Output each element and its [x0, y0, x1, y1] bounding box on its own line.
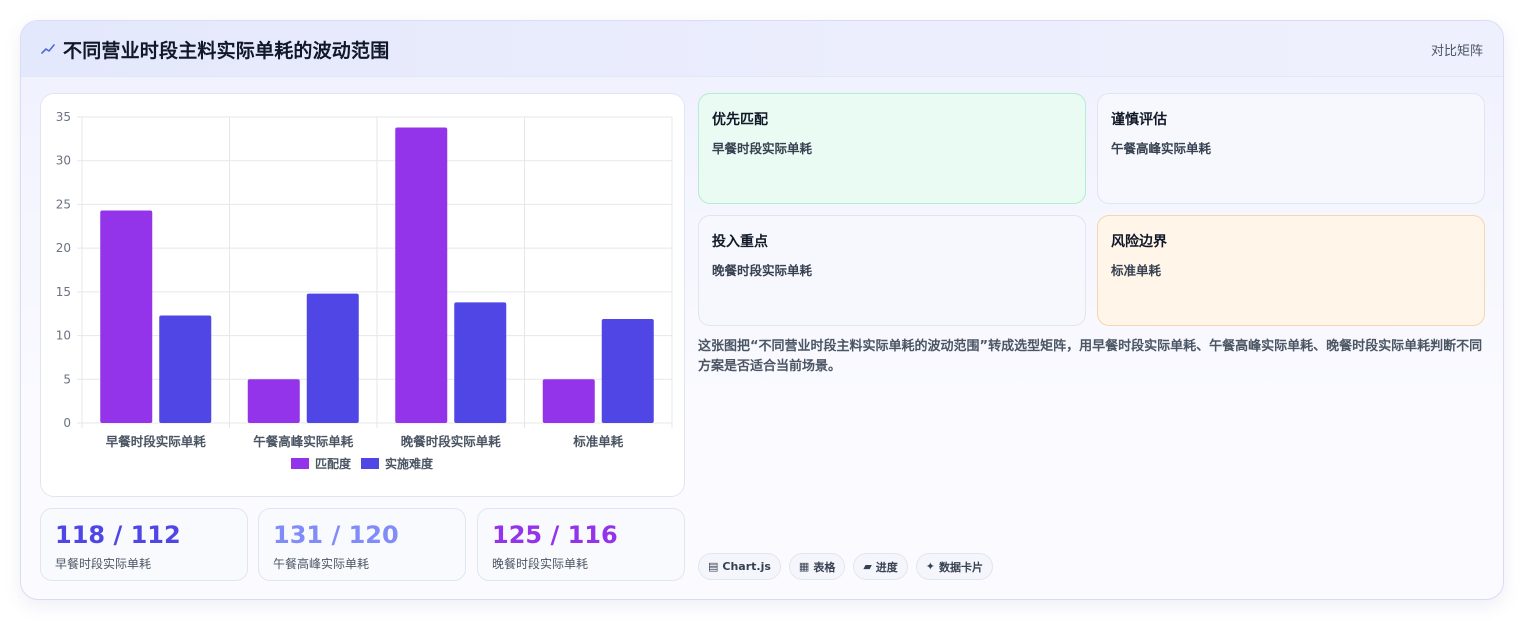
- matrix-cell-careful-eval: 谨慎评估 午餐高峰实际单耗: [1097, 93, 1485, 204]
- y-tick-label: 15: [56, 285, 71, 299]
- stat-card-dinner: 125 / 116 晚餐时段实际单耗: [477, 508, 685, 581]
- tag-data-card[interactable]: ✦ 数据卡片: [915, 553, 994, 580]
- table-icon: ▦: [798, 560, 810, 573]
- stat-label: 早餐时段实际单耗: [55, 557, 152, 571]
- cell-title: 投入重点: [712, 234, 768, 250]
- tag-label: 进度: [875, 560, 898, 574]
- bar-difficulty: [306, 293, 359, 423]
- y-tick-label: 10: [56, 329, 71, 343]
- x-tick-label: 晚餐时段实际单耗: [401, 434, 502, 449]
- tag-label: Chart.js: [722, 560, 771, 573]
- bar-match: [542, 379, 595, 423]
- cell-title: 风险边界: [1111, 234, 1167, 250]
- compare-matrix-link[interactable]: 对比矩阵: [1431, 40, 1483, 59]
- bar-match: [395, 127, 448, 423]
- legend-label: 匹配度: [315, 456, 352, 471]
- tag-chartjs[interactable]: ▤ Chart.js: [698, 553, 781, 580]
- page-title: 不同营业时段主料实际单耗的波动范围: [63, 40, 390, 62]
- x-tick-label: 早餐时段实际单耗: [106, 434, 207, 449]
- progress-icon: ▰: [863, 560, 872, 573]
- tag-list: ▤ Chart.js ▦ 表格 ▰ 进度 ✦ 数据卡片: [698, 553, 994, 580]
- x-tick-label: 标准单耗: [572, 434, 624, 449]
- matrix-cell-priority-match: 优先匹配 早餐时段实际单耗: [698, 93, 1086, 204]
- x-tick-label: 午餐高峰实际单耗: [253, 434, 354, 449]
- matrix-cell-risk-boundary: 风险边界 标准单耗: [1097, 215, 1485, 326]
- y-tick-label: 30: [56, 154, 71, 168]
- y-tick-label: 0: [63, 416, 71, 430]
- stat-label: 午餐高峰实际单耗: [273, 557, 370, 571]
- stat-value: 118 / 112: [55, 521, 181, 549]
- stat-value: 131 / 120: [273, 521, 399, 549]
- y-tick-label: 25: [56, 197, 71, 211]
- cell-title: 优先匹配: [712, 112, 768, 128]
- matrix-cell-investment-focus: 投入重点 晚餐时段实际单耗: [698, 215, 1086, 326]
- legend-swatch: [361, 458, 379, 469]
- bar-difficulty: [601, 318, 654, 423]
- tag-label: 数据卡片: [939, 560, 984, 574]
- tag-table[interactable]: ▦ 表格: [788, 553, 846, 580]
- bar-chart-panel: 0 5 10 15 20 25 30 35 早餐时段实际单耗 午餐高峰实际单耗 晚餐时段实际单耗 标准…: [40, 93, 685, 497]
- cell-value: 晚餐时段实际单耗: [712, 263, 813, 278]
- tag-progress[interactable]: ▰ 进度: [853, 553, 908, 580]
- matrix-description: 这张图把“不同营业时段主料实际单耗的波动范围”转成选型矩阵，用早餐时段实际单耗、…: [698, 339, 1483, 374]
- bar-match: [100, 210, 153, 423]
- stat-label: 晚餐时段实际单耗: [492, 557, 589, 571]
- trend-icon: [41, 44, 55, 54]
- stat-value: 125 / 116: [492, 521, 618, 549]
- stat-card-breakfast: 118 / 112 早餐时段实际单耗: [40, 508, 248, 581]
- cell-value: 标准单耗: [1111, 263, 1162, 278]
- legend-swatch: [291, 458, 309, 469]
- bar-difficulty: [159, 315, 212, 423]
- y-tick-label: 5: [63, 372, 71, 386]
- legend-label: 实施难度: [385, 456, 434, 471]
- bar-match: [247, 379, 300, 423]
- sparkle-icon: ✦: [925, 560, 936, 573]
- y-tick-label: 35: [56, 110, 71, 124]
- bar-difficulty: [454, 302, 507, 423]
- card-header: 不同营业时段主料实际单耗的波动范围 对比矩阵: [21, 21, 1503, 77]
- bar-chart: 0 5 10 15 20 25 30 35 早餐时段实际单耗 午餐高峰实际单耗 晚餐时段实际单耗 标准…: [56, 110, 673, 471]
- y-tick-label: 20: [56, 241, 71, 255]
- stat-card-lunch: 131 / 120 午餐高峰实际单耗: [258, 508, 466, 581]
- matrix-card: 不同营业时段主料实际单耗的波动范围 对比矩阵 0 5 10 15 20 25 30 35 早餐时…: [20, 20, 1504, 600]
- cell-value: 午餐高峰实际单耗: [1111, 141, 1212, 156]
- cell-title: 谨慎评估: [1111, 112, 1167, 128]
- tag-label: 表格: [813, 560, 836, 574]
- chart-icon: ▤: [708, 560, 719, 573]
- cell-value: 早餐时段实际单耗: [712, 141, 813, 156]
